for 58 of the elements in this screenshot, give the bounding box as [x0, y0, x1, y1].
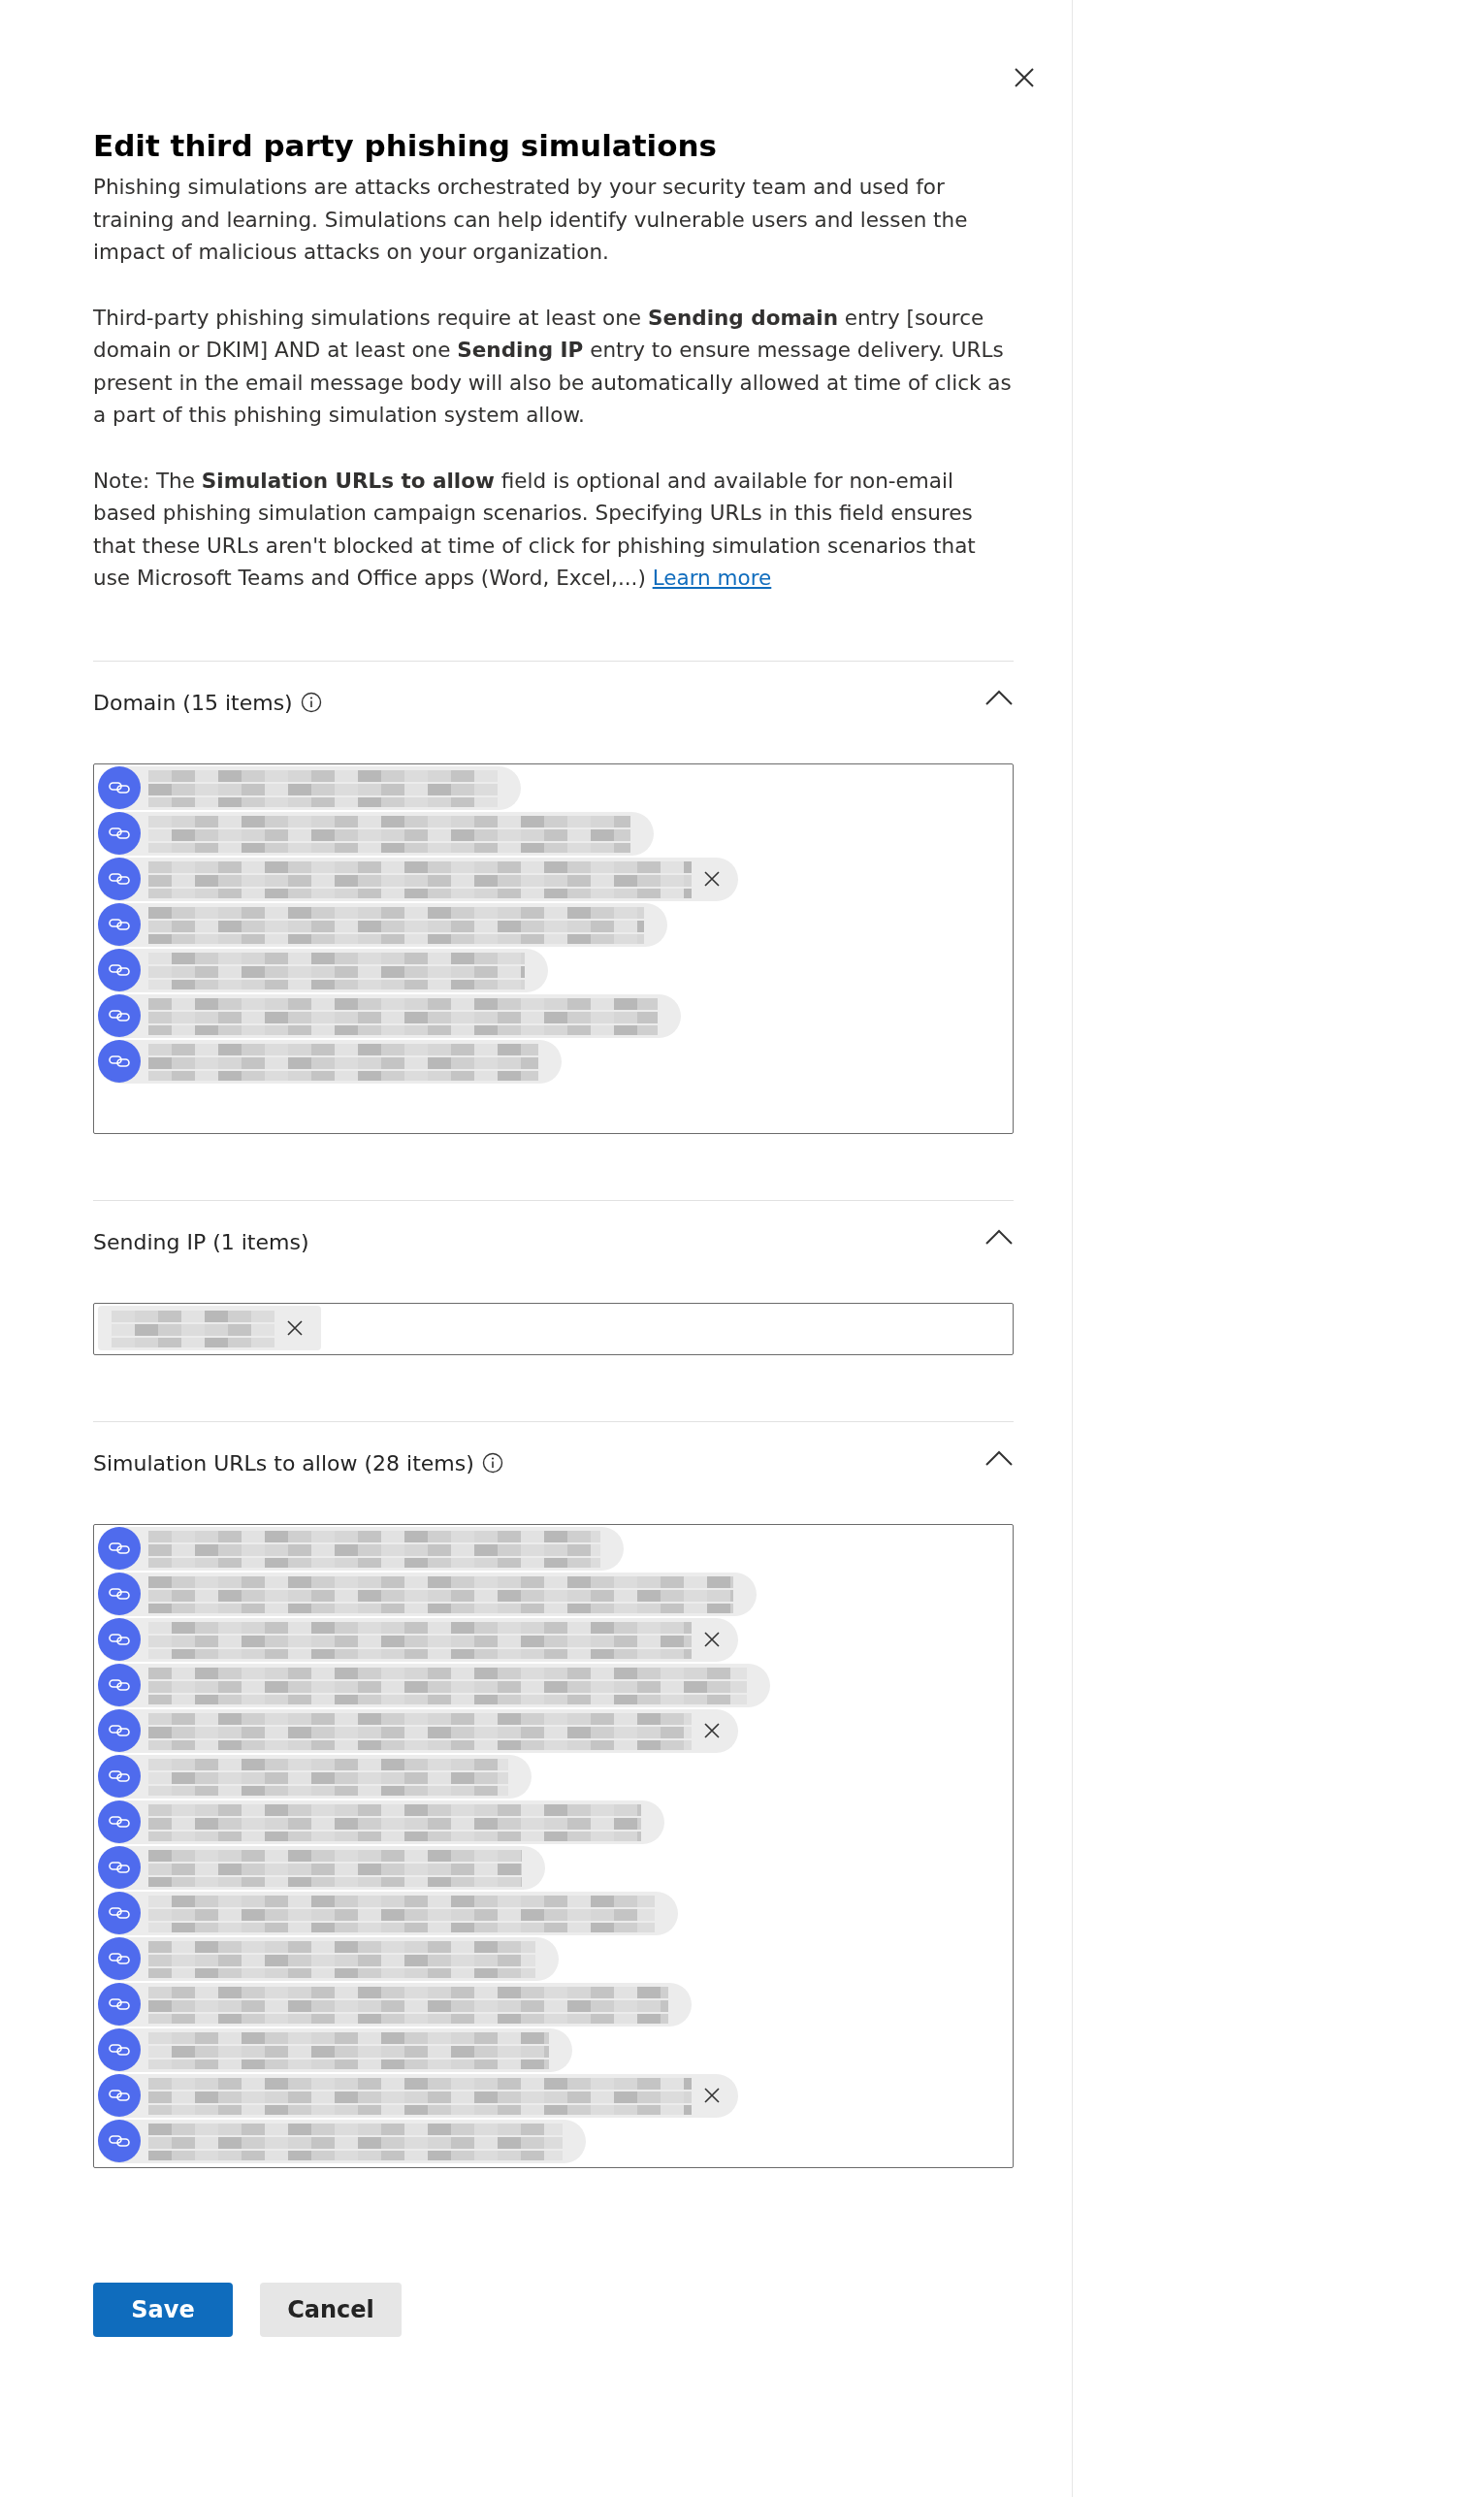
entry-chip[interactable] — [98, 1039, 562, 1084]
link-icon — [98, 812, 141, 855]
entry-chip[interactable] — [98, 1845, 545, 1890]
entry-chip[interactable] — [98, 1526, 624, 1571]
link-icon — [98, 903, 141, 946]
link-icon — [98, 2120, 141, 2162]
link-icon — [98, 1846, 141, 1889]
entry-chip[interactable] — [98, 993, 681, 1038]
link-icon — [98, 1664, 141, 1706]
link-icon — [98, 2028, 141, 2071]
entry-field[interactable] — [93, 1302, 1014, 1355]
entry-chip[interactable] — [98, 1936, 559, 1981]
entry-chip[interactable] — [98, 1982, 692, 2027]
link-icon — [98, 1618, 141, 1661]
link-icon — [98, 766, 141, 809]
link-icon — [98, 994, 141, 1037]
link-icon — [98, 1937, 141, 1980]
collapse-chevron[interactable] — [984, 1228, 1014, 1246]
cancel-button[interactable]: Cancel — [260, 2282, 402, 2337]
section-title: Domain (15 items) — [93, 689, 293, 717]
link-icon — [98, 949, 141, 991]
learn-more-link[interactable]: Learn more — [652, 566, 772, 590]
entry-chip[interactable] — [98, 811, 654, 856]
entry-chip[interactable] — [98, 1663, 770, 1707]
paragraph: Third-party phishing simulations require at least one Sending domain entry [source domain or DKIM] AND at least one Sending IP entry to ensure message delivery. URLs present in the email message body will also be automatically allowed at time of click as a part of this phishing simulation system allow. — [93, 304, 1013, 429]
entry-field[interactable] — [93, 1523, 1014, 2168]
entry-chip[interactable] — [98, 1800, 664, 1844]
link-icon — [98, 1527, 141, 1570]
entry-chip[interactable] — [98, 765, 521, 810]
entry-chip[interactable] — [98, 857, 738, 901]
collapse-chevron[interactable] — [984, 1449, 1014, 1467]
link-icon — [98, 1709, 141, 1752]
paragraph: Phishing simulations are attacks orchestrated by your security team and used for training and learning. Simulations can help identify vulnerable users and lessen the impact of malicious attacks on your organization. — [93, 174, 969, 266]
section-title: Simulation URLs to allow (28 items) — [93, 1449, 474, 1477]
paragraph: Note: The Simulation URLs to allow field is optional and available for non-email based phishing simulation campaign scenarios. Specifying URLs in this field ensures that these URLs aren't blocked at time of click for phishing simulation scenarios that use Microsoft Teams and Office apps (Word, Excel,...) Learn more — [93, 467, 977, 592]
entry-chip[interactable] — [98, 948, 548, 992]
link-icon — [98, 858, 141, 900]
entry-chip[interactable] — [98, 2119, 586, 2163]
link-icon — [98, 1040, 141, 1083]
link-icon — [98, 1983, 141, 2026]
entry-chip[interactable] — [98, 1708, 738, 1753]
link-icon — [98, 2074, 141, 2117]
entry-chip[interactable] — [98, 1891, 678, 1935]
panel-title: Edit third party phishing simulations — [93, 127, 718, 165]
save-button[interactable]: Save — [93, 2282, 233, 2337]
entry-chip[interactable] — [98, 1754, 532, 1799]
entry-chip[interactable] — [98, 1617, 738, 1662]
collapse-chevron[interactable] — [984, 689, 1014, 706]
section-title: Sending IP (1 items) — [93, 1228, 309, 1256]
entry-chip[interactable] — [98, 1572, 757, 1616]
entry-chip[interactable] — [98, 2073, 738, 2118]
link-icon — [98, 1755, 141, 1798]
link-icon — [98, 1892, 141, 1934]
entry-field[interactable] — [93, 762, 1014, 1134]
entry-chip[interactable] — [98, 2027, 572, 2072]
entry-chip[interactable] — [98, 902, 667, 947]
link-icon — [98, 1573, 141, 1615]
link-icon — [98, 1800, 141, 1843]
